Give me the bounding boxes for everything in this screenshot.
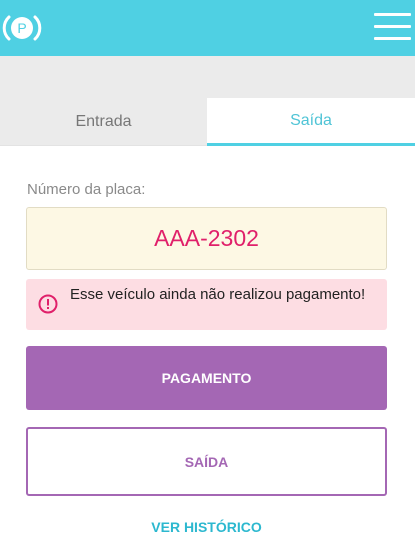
plate-label: Número da placa: (27, 181, 146, 198)
svg-text:P: P (17, 20, 26, 36)
payment-alert: Esse veículo ainda não realizou pagament… (26, 279, 387, 330)
tab-saida[interactable]: Saída (207, 98, 415, 146)
parking-logo-icon: P (2, 8, 42, 48)
plate-input[interactable] (26, 207, 387, 270)
tab-entrada[interactable]: Entrada (0, 98, 207, 146)
saida-button[interactable]: SAÍDA (26, 427, 387, 496)
app-header: P (0, 0, 415, 56)
ver-historico-link[interactable]: VER HISTÓRICO (0, 519, 413, 535)
alert-message: Esse veículo ainda não realizou pagament… (70, 286, 366, 303)
alert-circle-icon (38, 294, 58, 314)
header-spacer (0, 56, 415, 98)
hamburger-menu-icon[interactable] (374, 12, 412, 42)
pagamento-button[interactable]: PAGAMENTO (26, 346, 387, 410)
tab-bar: Entrada Saída (0, 98, 415, 146)
